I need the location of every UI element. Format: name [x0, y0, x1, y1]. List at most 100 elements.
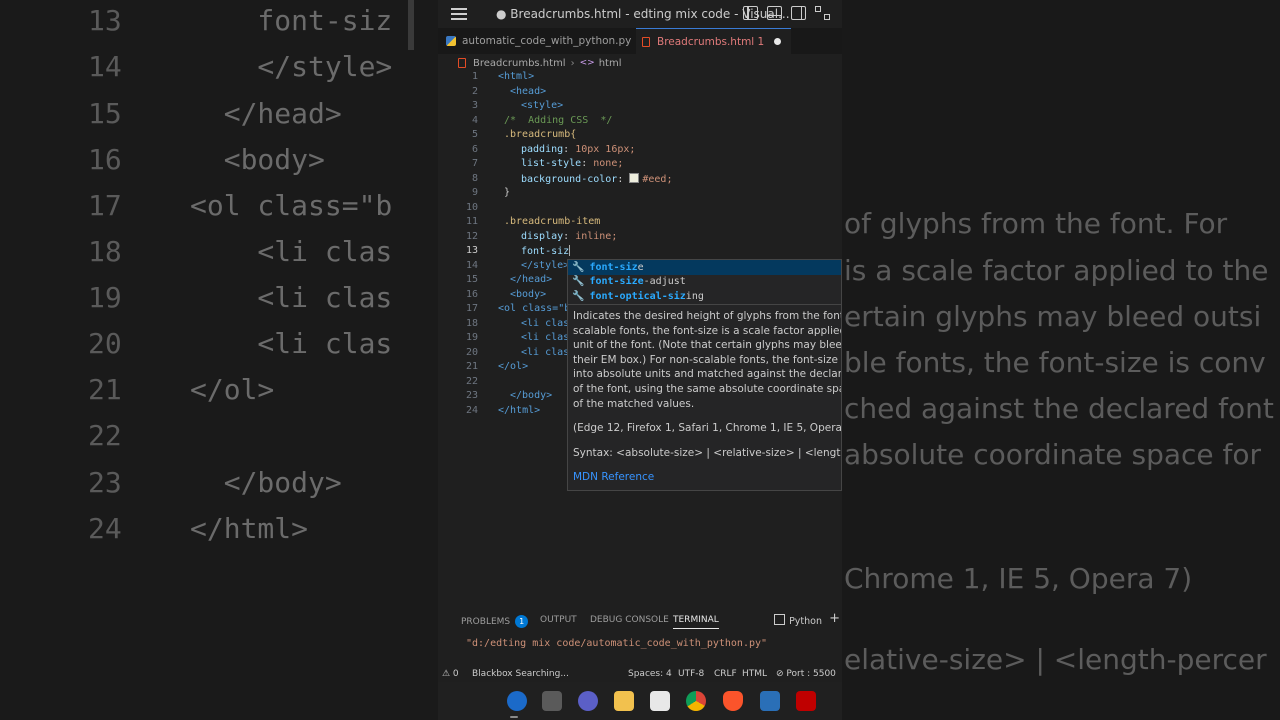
editor-tabs: automatic_code_with_python.py Breadcrumb… [438, 28, 842, 54]
color-swatch[interactable] [629, 172, 640, 183]
code-line: <html> [498, 71, 535, 82]
bg-doc-text: ertain glyphs may bleed outsi [844, 300, 1262, 333]
chrome-icon[interactable] [686, 691, 706, 711]
tab-automatic-code-with-python[interactable]: automatic_code_with_python.py [446, 28, 631, 54]
tab-problems[interactable]: PROBLEMS 1 [461, 615, 529, 628]
line-number: 8 [471, 172, 478, 184]
wrench-icon: 🔧 [572, 261, 585, 273]
bg-line-number: 22 [88, 419, 122, 452]
suggestion-font-size-adjust[interactable]: 🔧 font-size -adjust [568, 275, 841, 290]
terminal-profile[interactable]: Python [774, 614, 822, 627]
chevron-right-icon: › [570, 57, 575, 69]
code-line: <ol class="b [498, 303, 571, 314]
bg-line-number: 17 [88, 189, 122, 222]
status-task[interactable]: Blackbox Searching... [472, 669, 569, 679]
teams-icon[interactable] [578, 691, 598, 711]
bg-code: </head> [190, 97, 342, 130]
unsaved-dot-icon[interactable] [774, 38, 782, 45]
doc-text: into absolute units and matched against … [573, 368, 842, 381]
bg-code: <body> [190, 143, 325, 176]
bg-line-number: 24 [88, 512, 122, 545]
active-app-indicator [510, 716, 518, 718]
status-encoding[interactable]: UTF-8 [678, 669, 704, 679]
line-number: 10 [465, 201, 478, 213]
line-number: 3 [471, 100, 478, 111]
bg-code: </html> [190, 512, 309, 545]
bg-doc-text: elative-size> | <length-percer [844, 643, 1267, 676]
tab-breadcrumbs-html[interactable]: Breadcrumbs.html 1 [636, 28, 792, 54]
filezilla-icon[interactable] [796, 691, 816, 711]
suggestion-font-size[interactable]: 🔧 font-siz e [568, 260, 841, 275]
code-line: /* Adding CSS */ [504, 114, 613, 126]
code-line: </ol> [498, 361, 529, 372]
store-icon[interactable] [650, 691, 670, 711]
bg-code: </body> [190, 466, 342, 499]
powershell-icon[interactable] [760, 691, 780, 711]
bg-line-number: 16 [88, 143, 122, 176]
bg-code: </ol> [190, 373, 275, 406]
new-terminal-plus-icon[interactable]: + [829, 611, 840, 626]
doc-compat: (Edge 12, Firefox 1, Safari 1, Chrome 1,… [573, 422, 842, 435]
code-line: <style> [521, 100, 564, 111]
doc-text: of the font, using the same absolute coo… [573, 382, 841, 395]
status-eol[interactable]: CRLF [714, 669, 737, 679]
toggle-panel-icon[interactable] [767, 6, 782, 20]
line-number: 14 [465, 259, 478, 271]
suggestion-font-optical-sizing[interactable]: 🔧 font-optical-siz ing [568, 289, 841, 304]
hamburger-menu-icon[interactable] [451, 8, 467, 20]
status-language[interactable]: HTML [742, 669, 767, 679]
code-line: } [504, 187, 511, 198]
task-view-icon[interactable] [542, 691, 562, 711]
doc-text: their EM box.) For non-scalable fonts, t… [573, 353, 841, 366]
line-number: 20 [465, 346, 478, 358]
code-line: </head> [510, 274, 553, 285]
background-left: 13 font-siz 14 </style> 15 </head> 16 <b… [0, 0, 438, 720]
text-cursor [569, 245, 571, 256]
breadcrumb-node[interactable]: html [599, 58, 622, 69]
tab-debug-console[interactable]: DEBUG CONSOLE [590, 615, 669, 625]
bg-line-number: 23 [88, 466, 122, 499]
code-line: padding: 10px 16px; [521, 143, 636, 155]
line-number: 21 [465, 361, 478, 372]
status-problems[interactable]: ⚠ 0 [442, 669, 459, 679]
breadcrumb-file[interactable]: Breadcrumbs.html [473, 58, 566, 69]
element-tag-icon: <> [579, 58, 595, 68]
tab-output[interactable]: OUTPUT [540, 615, 577, 625]
autocomplete-list: 🔧 font-siz e 🔧 font-size -adjust 🔧 font-op… [567, 259, 842, 305]
breadcrumb: Breadcrumbs.html › <> html [458, 56, 621, 70]
bg-line-number: 18 [88, 235, 122, 268]
status-indentation[interactable]: Spaces: 4 [628, 669, 672, 679]
code-line-current: font-siz [521, 245, 571, 257]
code-line: list-style: none; [521, 158, 624, 169]
customize-layout-icon[interactable] [815, 6, 830, 20]
line-number: 1 [471, 71, 478, 82]
tab-label: automatic_code_with_python.py [462, 35, 632, 47]
doc-text: unit of the font. (Note that certain gly… [573, 339, 842, 352]
code-line: </body> [510, 390, 553, 401]
terminal-output[interactable]: "d:/edting mix code/automatic_code_with_… [466, 638, 767, 649]
line-number: 23 [465, 390, 478, 401]
tab-label: Breadcrumbs.html 1 [657, 35, 765, 48]
toggle-sidebar-icon[interactable] [743, 6, 758, 20]
tab-terminal[interactable]: TERMINAL [673, 615, 719, 629]
bg-line-number: 21 [88, 373, 122, 406]
mdn-reference-link[interactable]: MDN Reference [573, 470, 841, 485]
line-number: 12 [465, 230, 478, 242]
bing-icon[interactable] [507, 691, 527, 711]
bg-code: font-siz [190, 4, 393, 37]
html-file-icon [642, 36, 650, 47]
code-line: <li clas [521, 332, 570, 343]
bg-doc-text: Chrome 1, IE 5, Opera 7) [844, 562, 1193, 595]
file-explorer-icon[interactable] [614, 691, 634, 711]
status-live-server-port[interactable]: ⊘ Port : 5500 [776, 669, 836, 679]
line-number: 11 [465, 216, 478, 227]
doc-text: scalable fonts, the font-size is a scale… [573, 324, 841, 337]
bg-line-number: 20 [88, 327, 122, 360]
brave-icon[interactable] [723, 691, 743, 711]
bg-line-number: 15 [88, 97, 122, 130]
line-number: 16 [465, 288, 478, 300]
wrench-icon: 🔧 [572, 276, 585, 288]
toggle-secondary-sidebar-icon[interactable] [791, 6, 806, 20]
terminal-icon [774, 614, 786, 625]
code-line: display: inline; [521, 230, 618, 242]
